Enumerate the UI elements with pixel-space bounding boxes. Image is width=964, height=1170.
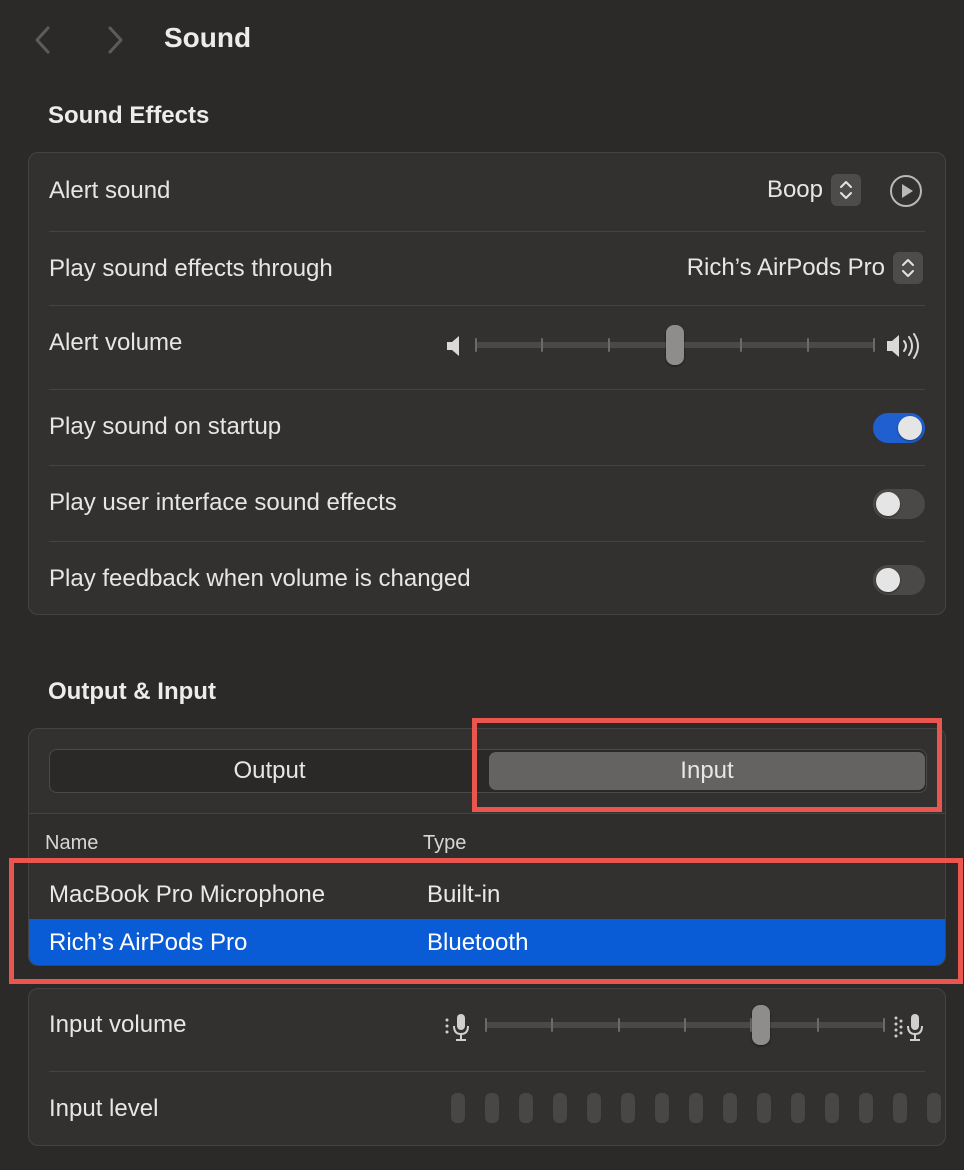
alert-volume-label: Alert volume <box>49 329 183 356</box>
slider-tick <box>551 1018 553 1032</box>
startup-toggle[interactable] <box>873 413 925 443</box>
level-meter-segment <box>859 1093 873 1123</box>
table-row[interactable]: MacBook Pro Microphone Built-in <box>29 871 945 919</box>
level-meter-segment <box>689 1093 703 1123</box>
slider-knob[interactable] <box>752 1005 771 1045</box>
input-volume-slider[interactable] <box>485 1005 885 1045</box>
page-title: Sound <box>164 22 252 53</box>
slider-knob[interactable] <box>666 325 684 365</box>
toggle-knob <box>876 492 900 516</box>
tab-input[interactable]: Input <box>489 752 925 790</box>
microphone-high-icon <box>894 1014 923 1041</box>
output-input-group: Output Input Name Type MacBook Pro Micro… <box>28 728 946 966</box>
microphone-low-icon <box>445 1014 469 1041</box>
level-meter-segment <box>655 1093 669 1123</box>
feedback-row: Play feedback when volume is changed <box>29 541 945 616</box>
output-input-heading: Output & Input <box>48 678 216 705</box>
level-meter-segment <box>723 1093 737 1123</box>
sound-settings-page: Sound Sound Effects Alert sound Boop Pla… <box>0 0 964 1170</box>
level-meter-segment <box>485 1093 499 1123</box>
slider-tick <box>684 1018 686 1032</box>
play-icon <box>890 175 922 207</box>
output-input-segmented-control: Output Input <box>49 749 927 793</box>
updown-chevron-icon <box>893 252 923 284</box>
device-table-header: Name Type <box>29 813 945 863</box>
play-through-label: Play sound effects through <box>49 255 333 282</box>
level-meter-segment <box>621 1093 635 1123</box>
ui-effects-label: Play user interface sound effects <box>49 489 397 516</box>
slider-tick <box>807 338 809 352</box>
alert-sound-row: Alert sound Boop <box>29 153 945 231</box>
startup-row: Play sound on startup <box>29 389 945 465</box>
back-button[interactable] <box>28 22 58 58</box>
slider-tick <box>608 338 610 352</box>
slider-tick <box>883 1018 885 1032</box>
ui-effects-row: Play user interface sound effects <box>29 465 945 541</box>
ui-effects-toggle[interactable] <box>873 489 925 519</box>
toolbar: Sound <box>0 0 964 80</box>
slider-tick <box>873 338 875 352</box>
slider-tick <box>541 338 543 352</box>
alert-volume-row: Alert volume <box>29 305 945 389</box>
level-meter-segment <box>587 1093 601 1123</box>
slider-tick <box>485 1018 487 1032</box>
input-level-label: Input level <box>49 1095 159 1122</box>
play-through-value: Rich’s AirPods Pro <box>686 254 885 281</box>
level-meter-segment <box>791 1093 805 1123</box>
input-settings-group: Input volume Input level <box>28 988 946 1146</box>
sound-effects-group: Alert sound Boop Play sound effects thro… <box>28 152 946 615</box>
input-volume-row: Input volume <box>29 989 945 1071</box>
alert-sound-popup[interactable]: Boop <box>767 174 861 206</box>
chevron-left-icon <box>35 26 50 54</box>
level-meter-segment <box>825 1093 839 1123</box>
tab-output[interactable]: Output <box>50 750 489 792</box>
alert-sound-label: Alert sound <box>49 177 171 204</box>
chevron-right-icon <box>108 26 123 54</box>
device-name: Rich’s AirPods Pro <box>49 929 248 956</box>
sound-effects-heading: Sound Effects <box>48 102 210 129</box>
feedback-toggle[interactable] <box>873 565 925 595</box>
toggle-knob <box>876 568 900 592</box>
startup-label: Play sound on startup <box>49 413 282 440</box>
slider-tick <box>817 1018 819 1032</box>
input-volume-label: Input volume <box>49 1011 187 1038</box>
alert-sound-value: Boop <box>766 176 823 203</box>
column-header-name[interactable]: Name <box>45 832 98 855</box>
column-header-type[interactable]: Type <box>423 832 466 855</box>
play-alert-button[interactable] <box>889 174 923 208</box>
toggle-knob <box>898 416 922 440</box>
level-meter-segment <box>451 1093 465 1123</box>
input-level-row: Input level <box>29 1071 945 1147</box>
alert-volume-slider[interactable] <box>475 325 875 365</box>
table-row[interactable]: Rich’s AirPods Pro Bluetooth <box>29 919 945 965</box>
feedback-label: Play feedback when volume is changed <box>49 565 471 592</box>
device-type: Built-in <box>427 881 501 908</box>
device-name: MacBook Pro Microphone <box>49 881 326 908</box>
level-meter-segment <box>757 1093 771 1123</box>
level-meter-segment <box>893 1093 907 1123</box>
slider-tick <box>740 338 742 352</box>
device-type: Bluetooth <box>427 929 529 956</box>
level-meter-segment <box>519 1093 533 1123</box>
level-meter-segment <box>927 1093 941 1123</box>
slider-tick <box>618 1018 620 1032</box>
play-through-popup[interactable]: Rich’s AirPods Pro <box>687 252 923 284</box>
forward-button[interactable] <box>100 22 130 58</box>
level-meter-segment <box>553 1093 567 1123</box>
updown-chevron-icon <box>831 174 861 206</box>
input-level-meter <box>421 1093 941 1125</box>
slider-tick <box>475 338 477 352</box>
speaker-high-icon <box>887 333 919 359</box>
speaker-low-icon <box>447 336 459 356</box>
play-through-row: Play sound effects through Rich’s AirPod… <box>29 231 945 305</box>
